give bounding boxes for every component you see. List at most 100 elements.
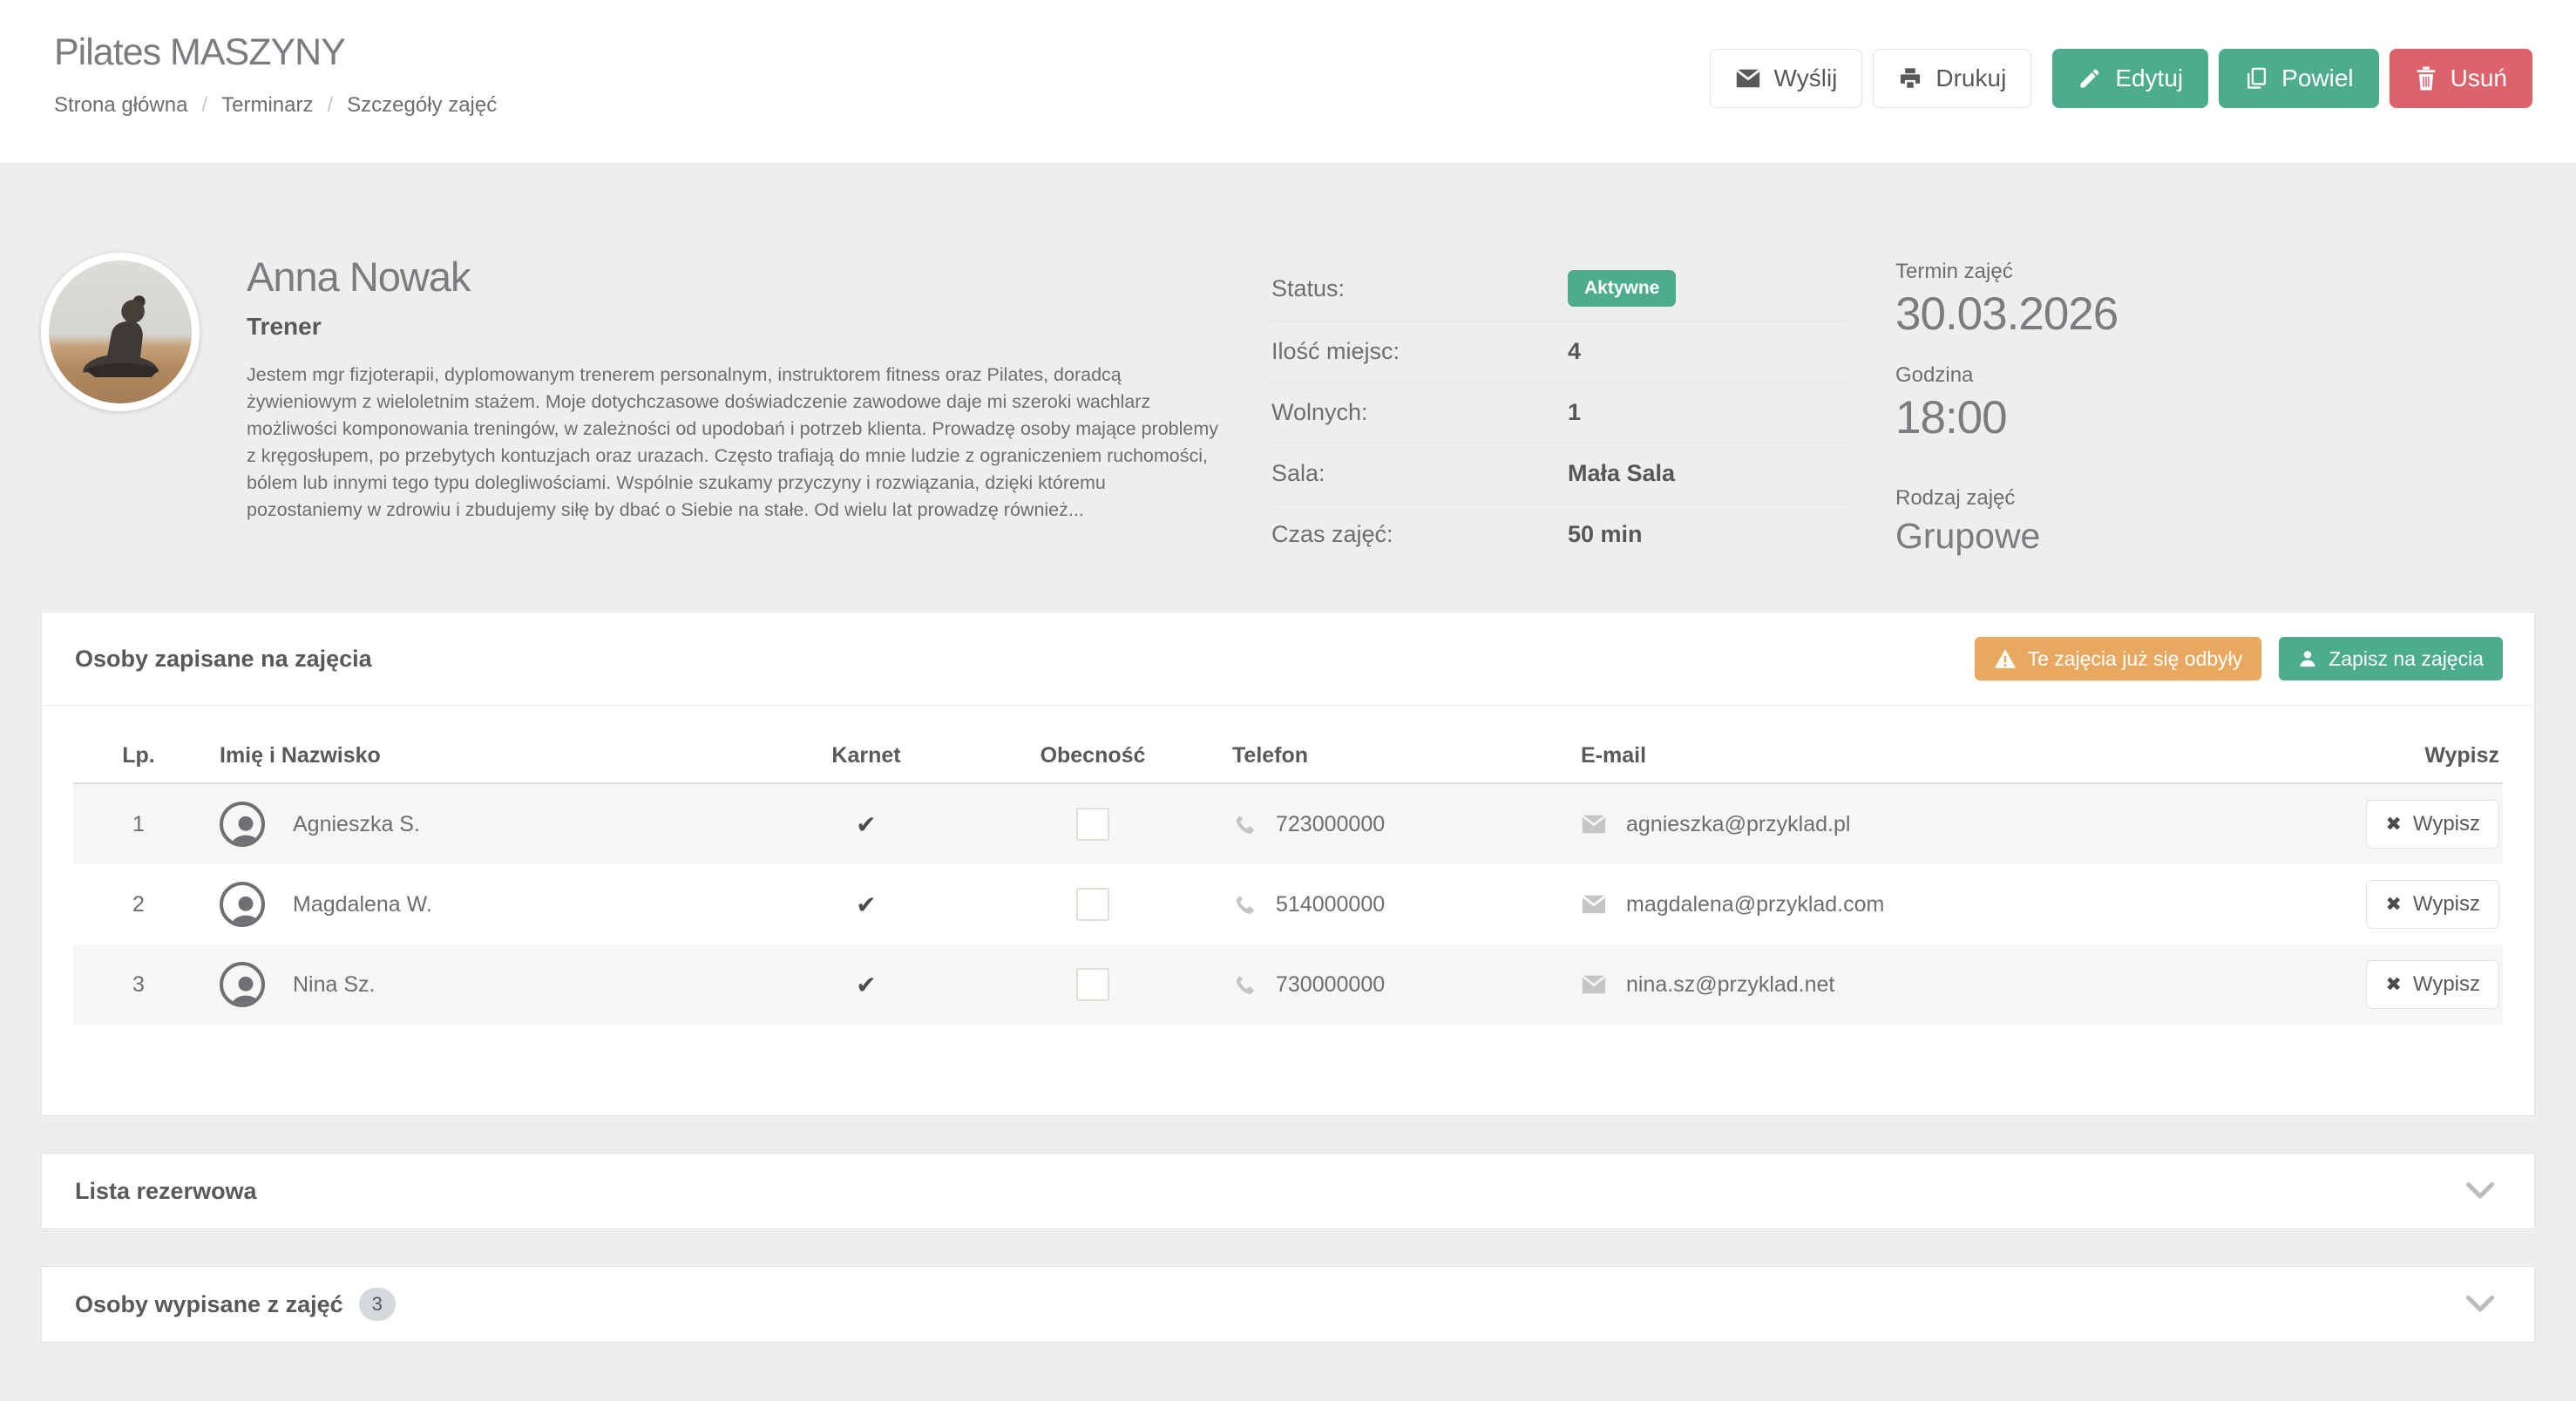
table-row: 2 Magdalena W. ✔ 514000000 [73,864,2503,944]
room-label: Sala: [1271,460,1568,487]
unsubscribed-section[interactable]: Osoby wypisane z zajęć 3 [41,1266,2535,1343]
status-badge: Aktywne [1568,270,1676,307]
col-lp: Lp. [73,743,204,768]
duplicate-button[interactable]: Powiel [2219,49,2378,108]
row-lp: 3 [73,972,204,998]
type-value: Grupowe [1895,516,2535,557]
user-avatar-icon [220,802,265,847]
class-details-panel: Status: Aktywne Ilość miejsc: 4 Wolnych:… [1271,253,1848,565]
type-label: Rodzaj zajęć [1895,486,2535,511]
trash-icon [2415,66,2437,91]
send-button[interactable]: Wyślij [1710,49,1863,108]
attendee-email: nina.sz@przyklad.net [1626,972,1834,998]
time-label: Godzina [1895,363,2535,388]
edit-button[interactable]: Edytuj [2052,49,2208,108]
breadcrumb-terminarz[interactable]: Terminarz [221,93,313,118]
karnet-check-icon: ✔ [856,971,876,998]
col-name: Imię i Nazwisko [204,743,779,768]
date-value: 30.03.2026 [1895,288,2535,341]
phone-icon [1232,972,1257,997]
karnet-check-icon: ✔ [856,811,876,838]
wypisz-button-label: Wypisz [2413,812,2480,836]
detail-row-status: Status: Aktywne [1271,256,1848,321]
wypisz-button-label: Wypisz [2413,892,2480,917]
delete-button[interactable]: Usuń [2390,49,2532,108]
envelope-icon [1581,894,1607,915]
unsubscribed-count-badge: 3 [359,1288,396,1321]
col-obecnosc: Obecność [953,743,1232,768]
chevron-down-icon[interactable] [2464,1181,2496,1201]
reserve-list-section[interactable]: Lista rezerwowa [41,1153,2535,1229]
free-value: 1 [1568,399,1581,426]
row-lp: 2 [73,892,204,917]
phone-icon [1232,812,1257,836]
envelope-icon [1735,68,1761,89]
col-wypisz: Wypisz [2191,743,2503,768]
top-bar: Pilates MASZYNY Strona główna / Terminar… [0,0,2576,164]
detail-row-duration: Czas zajęć: 50 min [1271,504,1848,565]
places-value: 4 [1568,338,1581,365]
status-label: Status: [1271,275,1568,302]
attendees-card: Osoby zapisane na zajęcia Te zajęcia już… [41,612,2535,1116]
class-summary-section: Anna Nowak Trener Jestem mgr fizjoterapi… [41,164,2535,565]
reserve-list-title: Lista rezerwowa [75,1178,257,1205]
room-value: Mała Sala [1568,460,1675,487]
presence-checkbox[interactable] [1076,968,1109,1001]
top-action-buttons: Wyślij Drukuj Edytuj Powiel Usuń [1710,49,2532,108]
print-button[interactable]: Drukuj [1873,49,2031,108]
col-telefon: Telefon [1232,743,1581,768]
attendees-table: Lp. Imię i Nazwisko Karnet Obecność Tele… [42,706,2534,1115]
wypisz-button[interactable]: ✖ Wypisz [2366,880,2499,929]
presence-checkbox[interactable] [1076,808,1109,841]
attendee-email: agnieszka@przyklad.pl [1626,812,1850,837]
free-label: Wolnych: [1271,399,1568,426]
breadcrumb-separator: / [327,93,333,118]
attendee-phone: 723000000 [1276,812,1385,837]
envelope-icon [1581,814,1607,835]
signup-button[interactable]: Zapisz na zajęcia [2279,637,2503,680]
col-email: E-mail [1581,743,2191,768]
detail-row-places: Ilość miejsc: 4 [1271,321,1848,382]
pencil-icon [2078,66,2102,91]
printer-icon [1898,66,1922,91]
attendee-email: magdalena@przyklad.com [1626,892,1884,917]
phone-icon [1232,892,1257,917]
trainer-info: Anna Nowak Trener Jestem mgr fizjoterapi… [247,253,1271,565]
attendees-card-header: Osoby zapisane na zajęcia Te zajęcia już… [42,613,2534,706]
karnet-check-icon: ✔ [856,891,876,918]
schedule-panel: Termin zajęć 30.03.2026 Godzina 18:00 Ro… [1895,253,2535,565]
attendee-name[interactable]: Nina Sz. [293,972,375,998]
user-avatar-icon [220,962,265,1007]
trainer-role: Trener [247,313,1219,341]
table-header-row: Lp. Imię i Nazwisko Karnet Obecność Tele… [73,728,2503,784]
copy-icon [2244,66,2268,91]
person-icon [2298,648,2317,669]
envelope-icon [1581,974,1607,995]
table-row: 3 Nina Sz. ✔ 730000000 [73,944,2503,1025]
page-content: Anna Nowak Trener Jestem mgr fizjoterapi… [0,164,2576,1343]
presence-checkbox[interactable] [1076,888,1109,921]
duration-label: Czas zajęć: [1271,521,1568,548]
breadcrumb-home[interactable]: Strona główna [54,93,187,118]
wypisz-button-label: Wypisz [2413,972,2480,997]
duration-value: 50 min [1568,521,1643,548]
attendee-phone: 514000000 [1276,892,1385,917]
chevron-down-icon[interactable] [2464,1294,2496,1315]
wypisz-button[interactable]: ✖ Wypisz [2366,800,2499,849]
date-label: Termin zajęć [1895,260,2535,284]
warning-icon [1994,648,2017,669]
attendee-name[interactable]: Agnieszka S. [293,812,420,837]
send-button-label: Wyślij [1774,64,1838,92]
wypisz-button[interactable]: ✖ Wypisz [2366,960,2499,1009]
row-lp: 1 [73,812,204,837]
delete-button-label: Usuń [2451,64,2507,92]
attendee-name[interactable]: Magdalena W. [293,892,432,917]
places-label: Ilość miejsc: [1271,338,1568,365]
trainer-photo-silhouette [61,280,195,402]
signup-button-label: Zapisz na zajęcia [2329,647,2484,671]
past-class-notice-label: Te zajęcia już się odbyły [2028,647,2243,671]
breadcrumb-separator: / [201,93,207,118]
table-row: 1 Agnieszka S. ✔ 723000000 [73,784,2503,864]
detail-row-free: Wolnych: 1 [1271,382,1848,443]
x-icon: ✖ [2385,813,2401,836]
